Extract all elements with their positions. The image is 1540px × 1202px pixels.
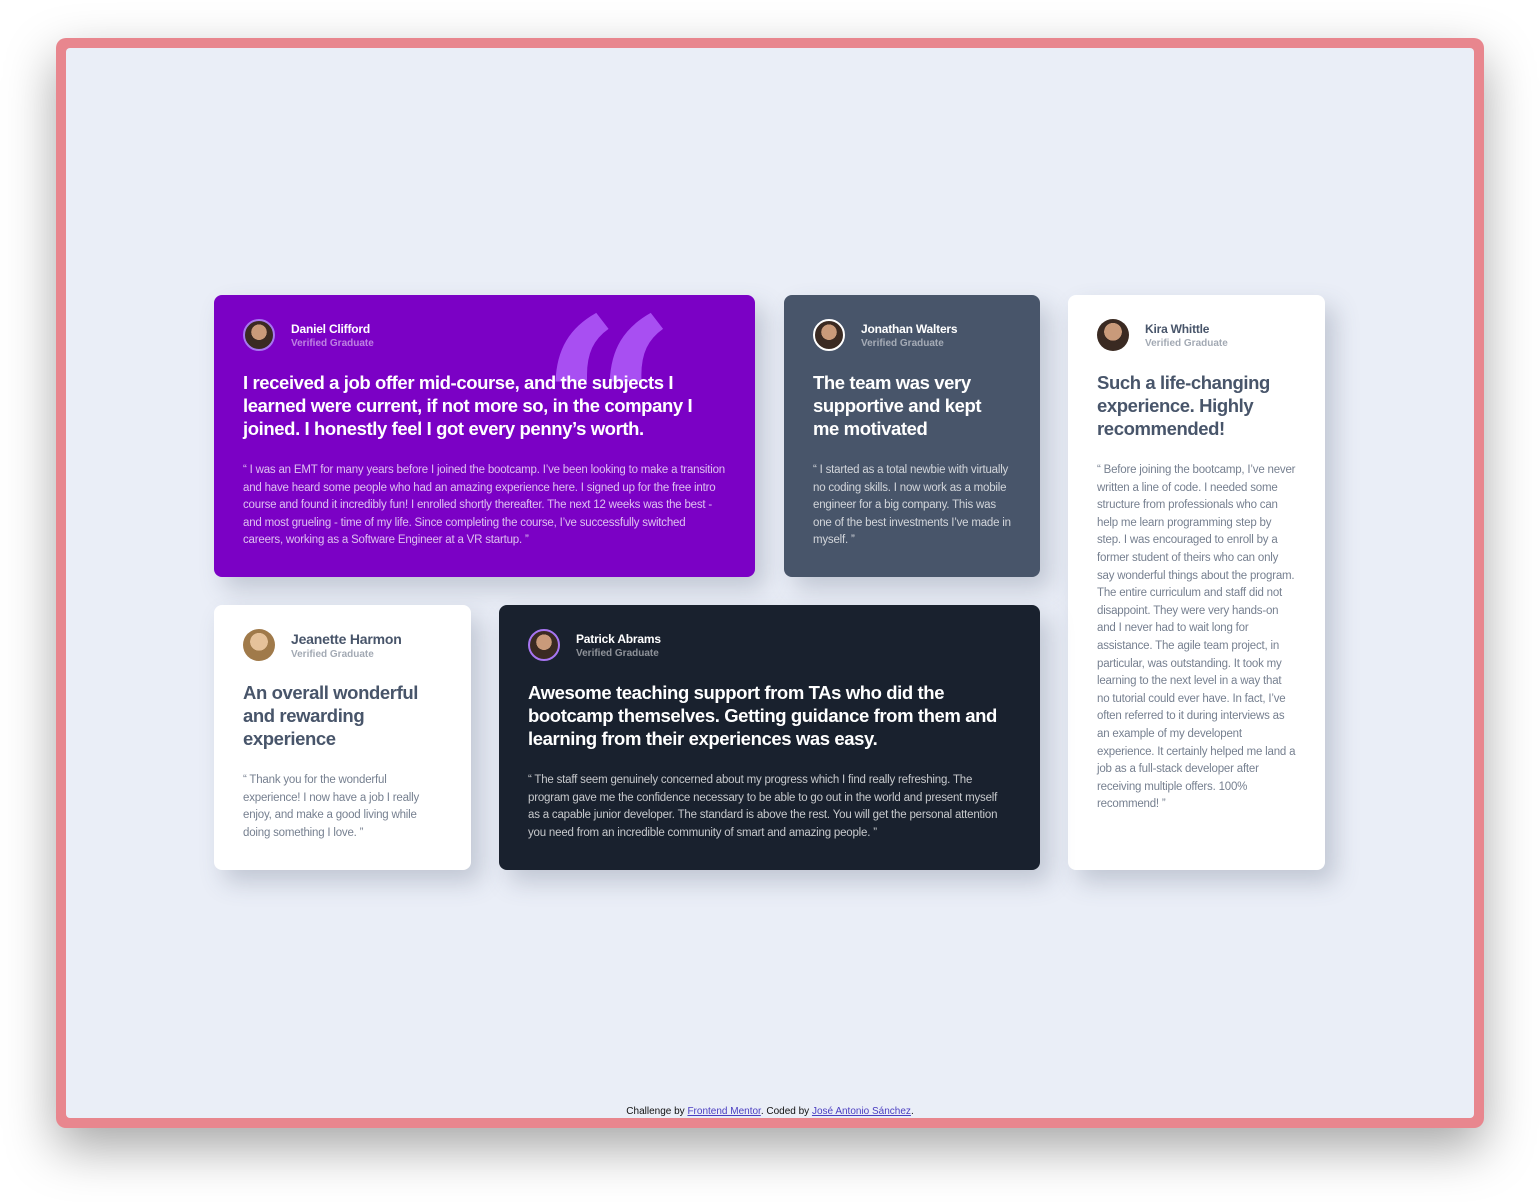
author-name: Jeanette Harmon [291, 630, 402, 647]
attribution: Challenge by Frontend Mentor. Coded by J… [66, 1106, 1474, 1117]
author-name: Patrick Abrams [576, 631, 661, 646]
avatar [243, 629, 275, 661]
testimonial-title: Such a life-changing experience. Highly … [1097, 372, 1270, 439]
author-role: Verified Graduate [576, 647, 659, 659]
browser-frame: “ Daniel Clifford Verified Graduate I rec… [56, 38, 1484, 1128]
avatar [243, 319, 275, 351]
testimonial-card-jonathan: Jonathan Walters Verified Graduate The te… [784, 295, 1040, 577]
testimonial-title: I received a job offer mid-course, and t… [243, 372, 693, 439]
testimonial-card-kira: Kira Whittle Verified Graduate Such a lif… [1068, 295, 1325, 870]
page: “ Daniel Clifford Verified Graduate I rec… [66, 48, 1474, 1118]
testimonial-title: An overall wonderful and rewarding exper… [243, 682, 418, 749]
author-role: Verified Graduate [291, 648, 374, 660]
testimonial-card-jeanette: Jeanette Harmon Verified Graduate An over… [214, 605, 471, 870]
testimonial-body: “ I started as a total newbie with virtu… [813, 464, 1011, 547]
author-name: Daniel Clifford [291, 321, 371, 336]
author-name: Kira Whittle [1145, 321, 1210, 336]
author-link[interactable]: José Antonio Sánchez [812, 1106, 911, 1117]
testimonial-body: “ The staff seem genuinely concerned abo… [528, 774, 998, 839]
testimonial-body: “ Before joining the bootcamp, I’ve neve… [1097, 464, 1296, 811]
testimonial-card-patrick: Patrick Abrams Verified Graduate Awesome … [499, 605, 1040, 870]
testimonial-title: The team was very supportive and kept me… [813, 372, 982, 439]
author-role: Verified Graduate [291, 337, 374, 349]
testimonial-title: Awesome teaching support from TAs who di… [528, 682, 997, 749]
frontend-mentor-link[interactable]: Frontend Mentor [687, 1106, 760, 1117]
testimonial-card-daniel: “ Daniel Clifford Verified Graduate I rec… [214, 295, 755, 577]
avatar [528, 629, 560, 661]
avatar [1097, 319, 1129, 351]
author-role: Verified Graduate [861, 337, 944, 349]
attribution-text: Challenge by [626, 1106, 688, 1117]
attribution-text: . [910, 1106, 914, 1117]
avatar [813, 319, 845, 351]
author-name: Jonathan Walters [861, 321, 958, 336]
author-role: Verified Graduate [1145, 337, 1228, 349]
testimonial-body: “ I was an EMT for many years before I j… [243, 464, 725, 547]
attribution-text: . Coded by [760, 1106, 812, 1117]
testimonial-body: “ Thank you for the wonderful experience… [243, 774, 420, 839]
